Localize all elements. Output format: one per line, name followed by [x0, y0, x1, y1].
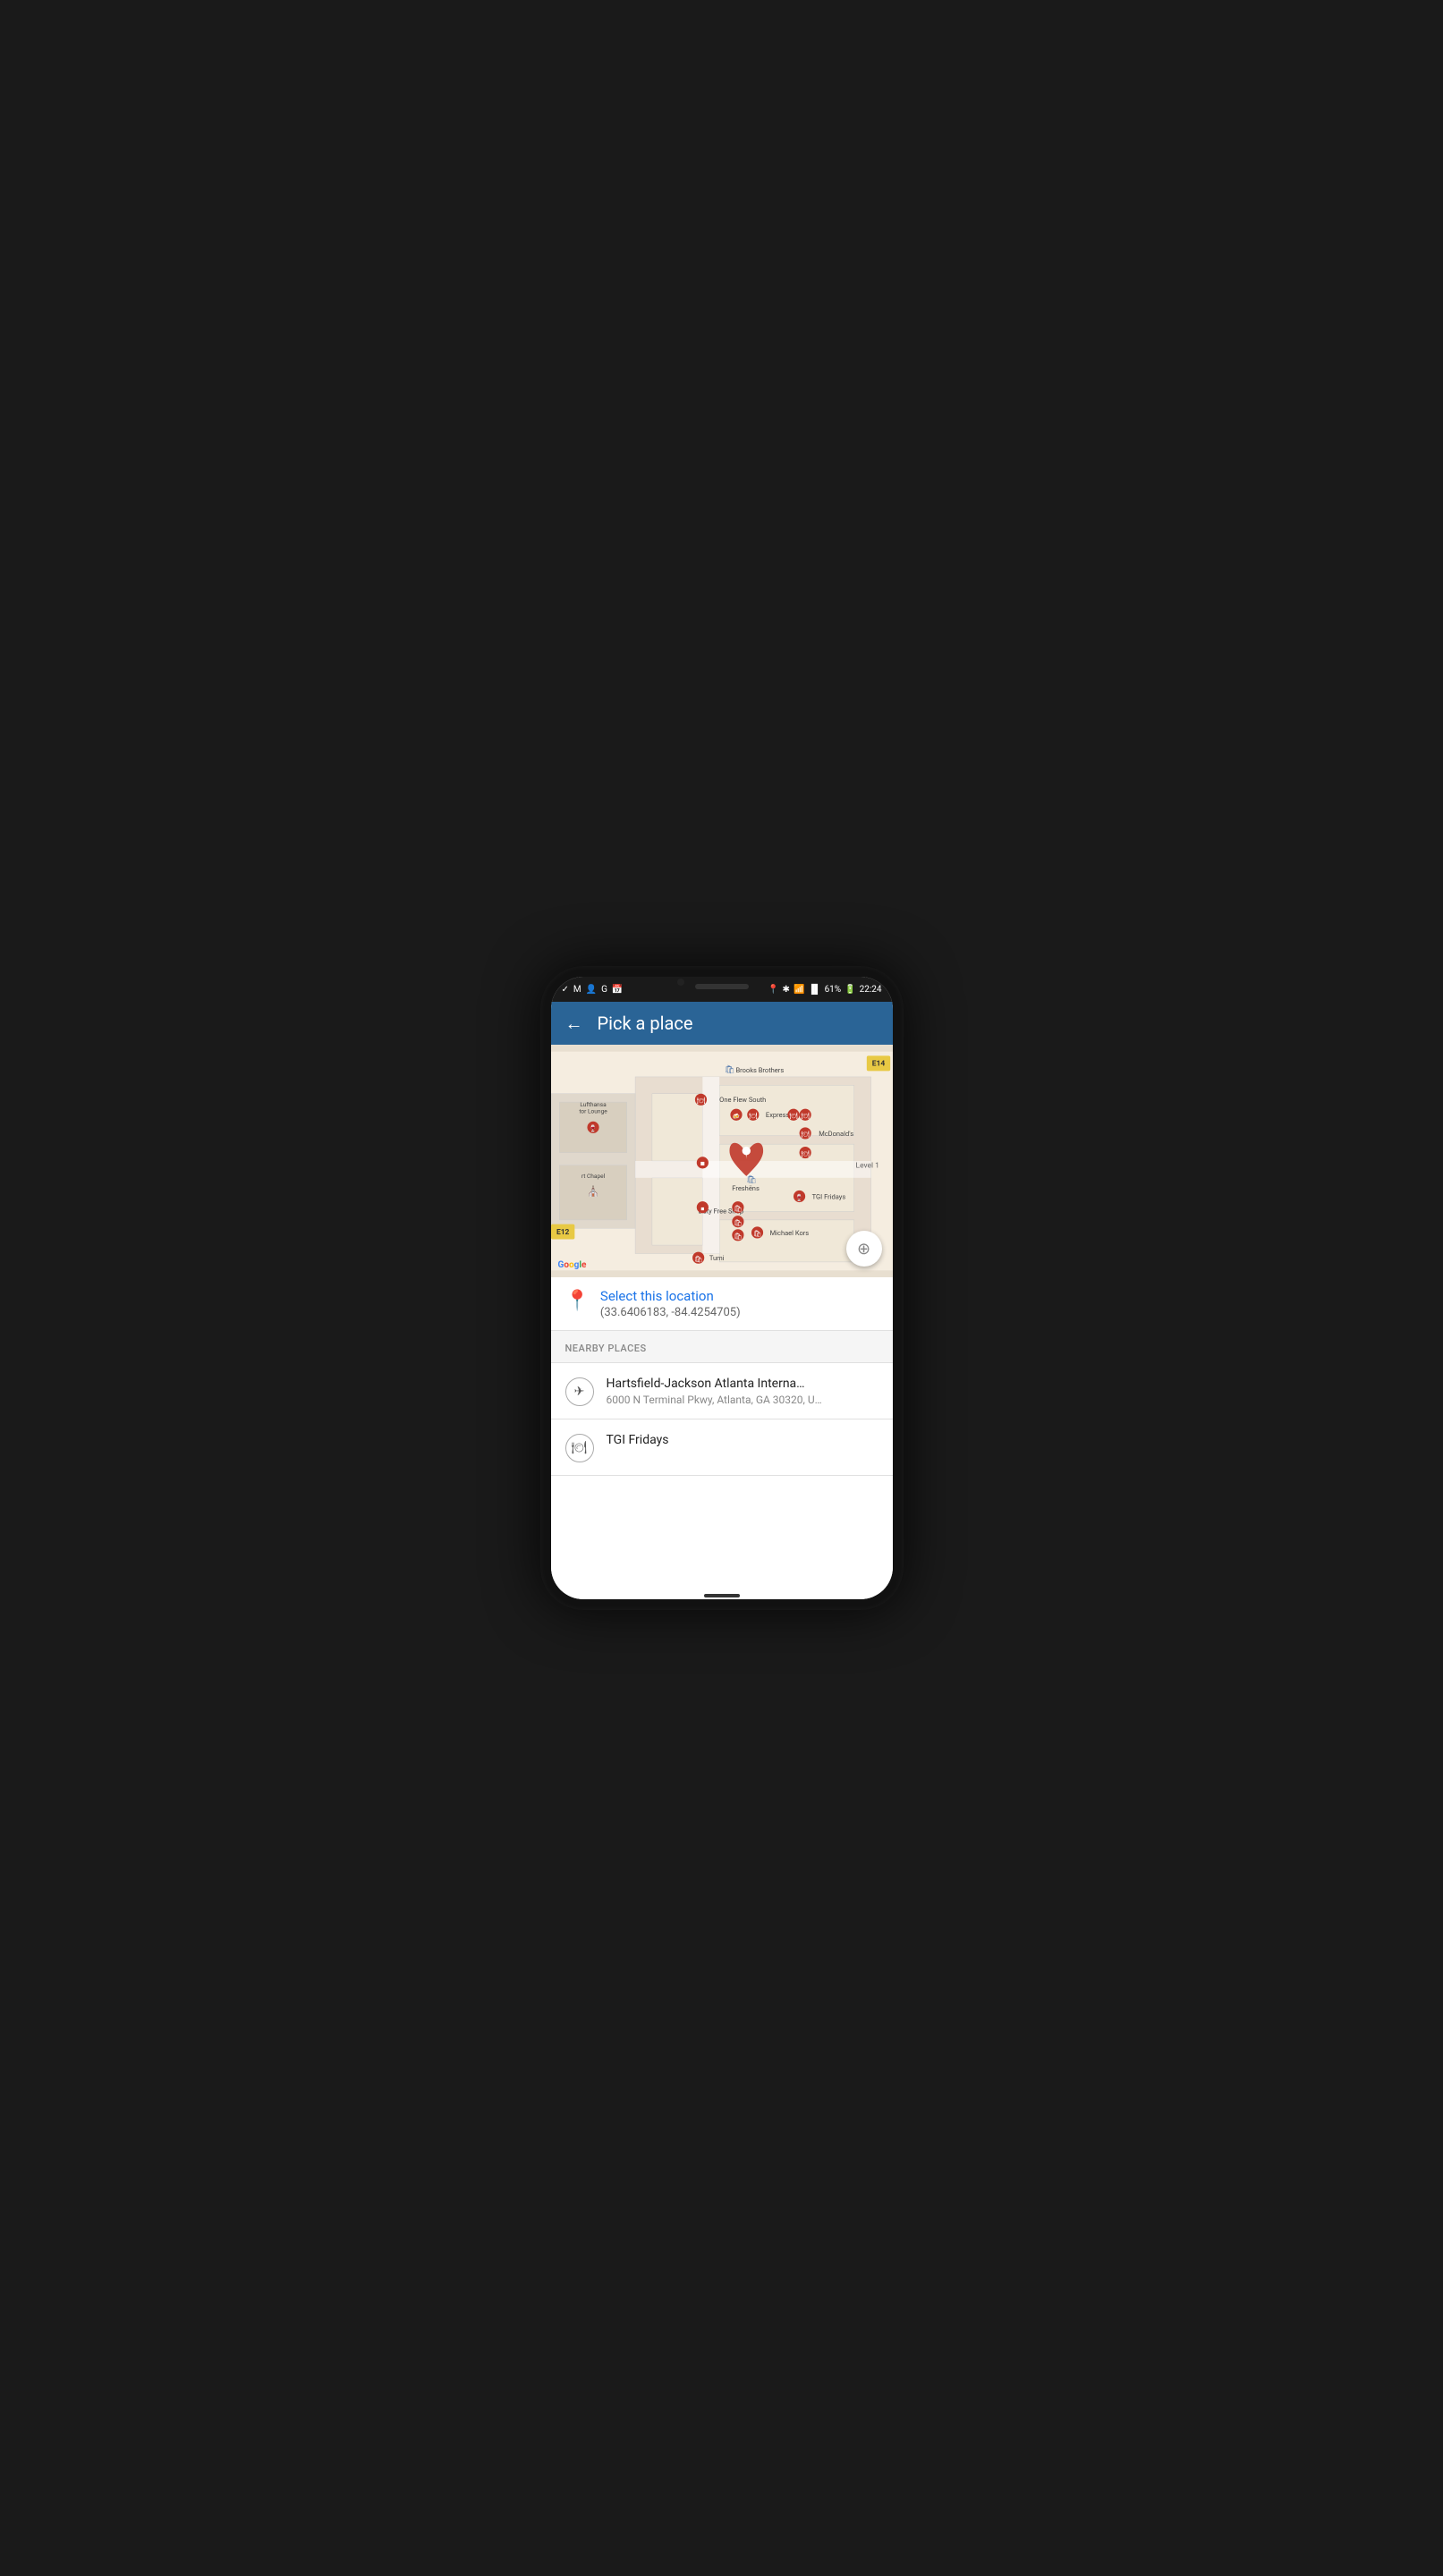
- time: 22:24: [860, 985, 882, 995]
- place-name-tgi: TGI Fridays: [607, 1432, 669, 1448]
- crosshair-icon: ⊕: [857, 1240, 870, 1258]
- status-bar: ✓ M 👤 G 📅 📍 ✱ 📶 ▐▌ 61% 🔋 22:24: [551, 977, 893, 1002]
- svg-text:🍽: 🍽: [696, 1097, 705, 1105]
- svg-text:🛍: 🛍: [734, 1233, 743, 1241]
- nearby-places-header: NEARBY PLACES: [551, 1331, 893, 1363]
- wifi-icon: 📶: [794, 985, 804, 995]
- phone-screen: ✓ M 👤 G 📅 📍 ✱ 📶 ▐▌ 61% 🔋 22:24 ← Pick a …: [551, 977, 893, 1599]
- phone-speaker: [695, 984, 749, 989]
- svg-text:Level 1: Level 1: [855, 1162, 879, 1171]
- google-logo: Google: [558, 1260, 587, 1270]
- svg-text:🛍: 🛍: [734, 1219, 743, 1227]
- phone-camera: [677, 979, 684, 986]
- svg-text:tor Lounge: tor Lounge: [579, 1107, 607, 1114]
- svg-text:🛍: 🛍: [693, 1255, 702, 1263]
- svg-text:Brooks Brothers: Brooks Brothers: [735, 1066, 784, 1074]
- svg-text:🛍: 🛍: [724, 1063, 734, 1074]
- airport-icon: ✈: [565, 1377, 594, 1406]
- svg-text:Michael Kors: Michael Kors: [769, 1229, 809, 1237]
- person-icon: 👤: [586, 985, 597, 995]
- google-icon: G: [601, 985, 607, 995]
- place-name-airport: Hartsfield-Jackson Atlanta Interna…: [607, 1376, 822, 1392]
- location-icon: 📍: [768, 985, 778, 995]
- calendar-icon: 📅: [612, 985, 623, 995]
- svg-text:Tumi: Tumi: [709, 1254, 724, 1262]
- svg-text:🍽: 🍽: [801, 1131, 810, 1139]
- gmail-icon: M: [573, 985, 581, 995]
- svg-text:🍽: 🍽: [801, 1112, 810, 1120]
- select-location-label[interactable]: Select this location: [600, 1288, 741, 1304]
- app-bar: ← Pick a place: [551, 1002, 893, 1045]
- place-address-airport: 6000 N Terminal Pkwy, Atlanta, GA 30320,…: [607, 1394, 822, 1406]
- svg-text:Express: Express: [765, 1111, 789, 1119]
- bluetooth-icon: ✱: [783, 985, 790, 995]
- svg-text:🍽: 🍽: [789, 1112, 798, 1120]
- svg-text:■: ■: [700, 1160, 704, 1169]
- place-info-tgi: TGI Fridays: [607, 1432, 669, 1450]
- svg-text:🍻: 🍻: [732, 1113, 740, 1120]
- place-item-tgi[interactable]: 🍽 TGI Fridays: [551, 1419, 893, 1476]
- place-item-airport[interactable]: ✈ Hartsfield-Jackson Atlanta Interna… 60…: [551, 1363, 893, 1419]
- svg-text:🛍: 🛍: [734, 1205, 743, 1213]
- svg-text:One Flew South: One Flew South: [719, 1096, 766, 1104]
- svg-text:⛪: ⛪: [587, 1185, 599, 1198]
- phone-device: ✓ M 👤 G 📅 📍 ✱ 📶 ▐▌ 61% 🔋 22:24 ← Pick a …: [540, 966, 904, 1610]
- map-svg: E14 E12 Level 1 Brooks Brothers 🛍 One Fl…: [551, 1045, 893, 1277]
- svg-text:🍷: 🍷: [589, 1124, 597, 1132]
- page-title: Pick a place: [598, 1013, 693, 1034]
- select-location-coords: (33.6406183, -84.4254705): [600, 1306, 741, 1319]
- svg-text:🍷: 🍷: [794, 1193, 802, 1201]
- locate-button[interactable]: ⊕: [846, 1231, 882, 1267]
- nearby-places-label: NEARBY PLACES: [565, 1343, 647, 1354]
- home-button[interactable]: [704, 1594, 740, 1597]
- status-icons-left: ✓ M 👤 G 📅: [562, 985, 624, 995]
- back-button[interactable]: ←: [565, 1013, 583, 1035]
- pin-icon: 📍: [565, 1290, 590, 1312]
- place-info-airport: Hartsfield-Jackson Atlanta Interna… 6000…: [607, 1376, 822, 1406]
- status-icons-right: 📍 ✱ 📶 ▐▌ 61% 🔋 22:24: [768, 985, 881, 995]
- map-area[interactable]: E14 E12 Level 1 Brooks Brothers 🛍 One Fl…: [551, 1045, 893, 1277]
- svg-text:■: ■: [700, 1206, 704, 1213]
- svg-text:E12: E12: [556, 1228, 569, 1237]
- svg-text:🛍: 🛍: [746, 1174, 757, 1185]
- restaurant-icon: 🍽: [565, 1434, 594, 1462]
- battery-icon: 🔋: [845, 985, 855, 995]
- svg-text:rt Chapel: rt Chapel: [581, 1173, 605, 1180]
- battery-percent: 61%: [825, 985, 842, 995]
- svg-text:🛍: 🛍: [752, 1230, 761, 1238]
- svg-text:E14: E14: [871, 1060, 885, 1069]
- svg-text:TGI Fridays: TGI Fridays: [811, 1192, 845, 1200]
- svg-text:McDonald's: McDonald's: [819, 1130, 853, 1138]
- signal-icon: ▐▌: [808, 985, 820, 995]
- checkmark-icon: ✓: [562, 985, 569, 995]
- select-location-info: Select this location (33.6406183, -84.42…: [600, 1288, 741, 1319]
- svg-text:Freshëns: Freshëns: [732, 1184, 760, 1192]
- places-list[interactable]: ✈ Hartsfield-Jackson Atlanta Interna… 60…: [551, 1363, 893, 1599]
- svg-text:🍽: 🍽: [801, 1149, 810, 1157]
- select-location-row[interactable]: 📍 Select this location (33.6406183, -84.…: [551, 1277, 893, 1331]
- svg-text:🍽: 🍽: [749, 1112, 758, 1120]
